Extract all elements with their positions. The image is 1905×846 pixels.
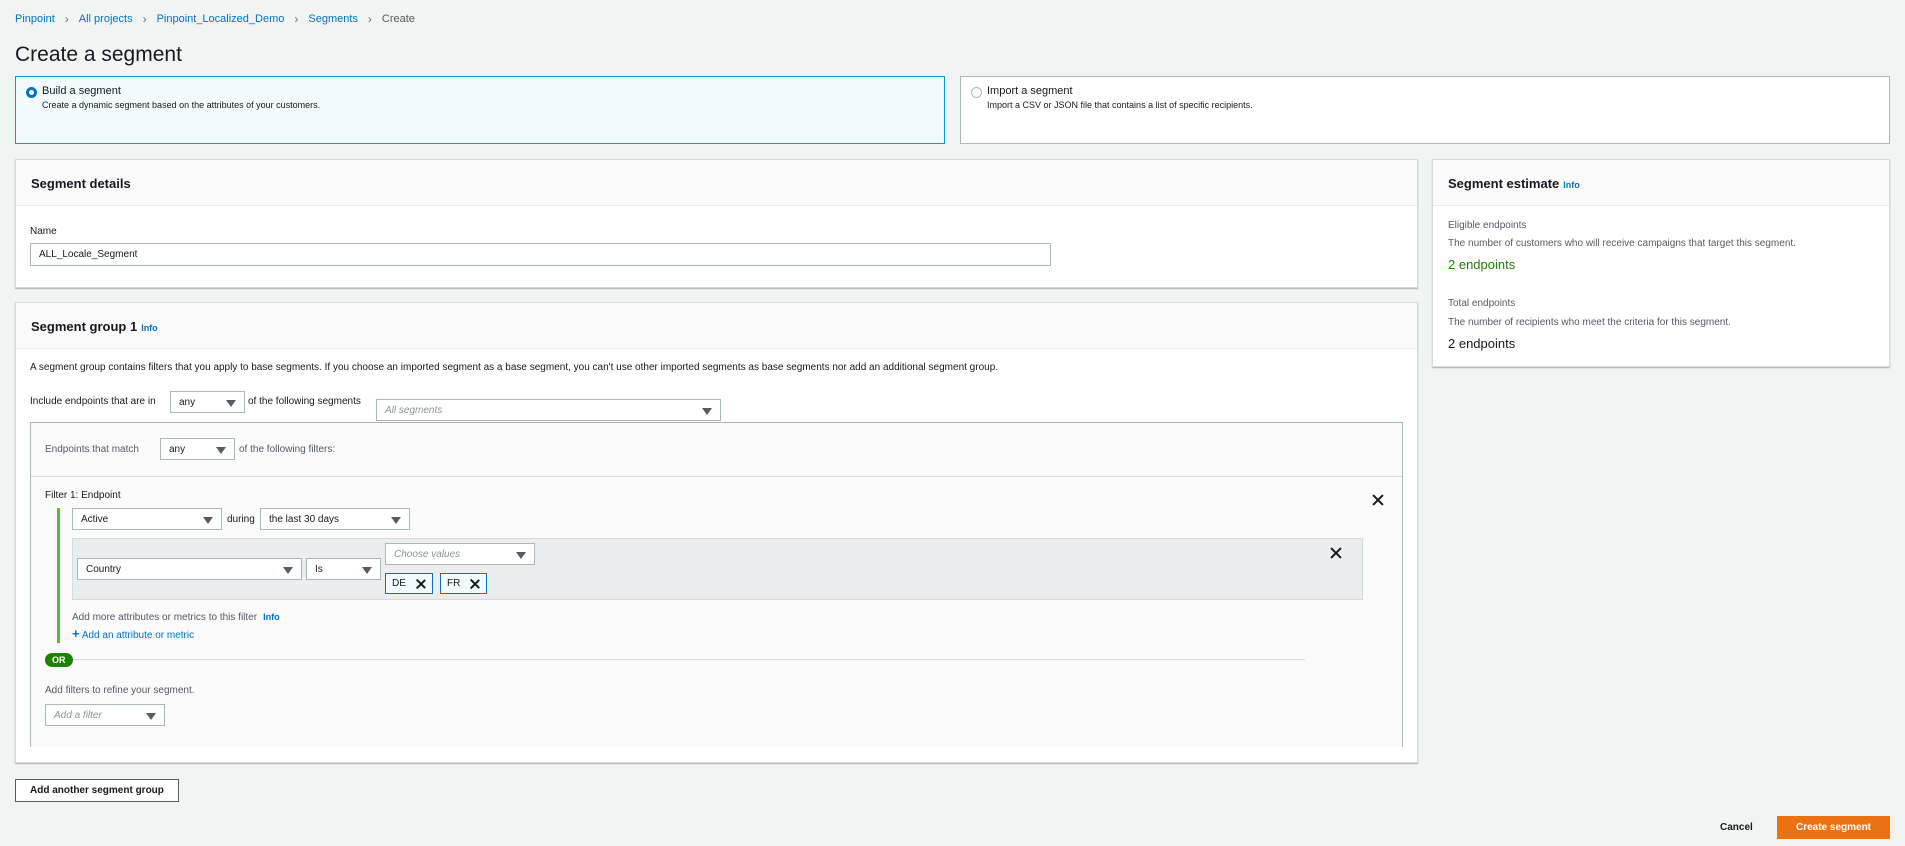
segment-estimate-header: Segment estimate Info <box>1433 160 1889 206</box>
segments-placeholder: All segments <box>385 405 443 416</box>
values-select[interactable]: Choose values <box>385 543 535 565</box>
activity-select[interactable]: Active <box>72 508 222 530</box>
segment-details-header: Segment details <box>16 160 1417 206</box>
create-segment-button[interactable]: Create segment <box>1777 816 1890 839</box>
caret-down-icon <box>146 713 156 720</box>
operator-value: Is <box>315 564 323 575</box>
add-more-label: Add more attributes or metrics to this f… <box>72 612 258 623</box>
include-prefix: Include endpoints that are in <box>30 396 156 407</box>
attribute-value: Country <box>86 564 122 575</box>
remove-filter-close-icon[interactable] <box>1371 493 1385 507</box>
import-segment-tile[interactable]: Import a segment Import a CSV or JSON fi… <box>960 76 1890 144</box>
name-input[interactable]: ALL_Locale_Segment <box>30 243 1051 266</box>
match-prefix: Endpoints that match <box>45 444 139 455</box>
build-segment-title: Build a segment <box>42 85 121 97</box>
caret-down-icon <box>516 552 526 559</box>
eligible-label: Eligible endpoints <box>1448 220 1527 231</box>
add-more-info-link[interactable]: Info <box>263 612 280 622</box>
segment-group-info-link[interactable]: Info <box>141 323 158 333</box>
token-fr-label: FR <box>447 578 461 589</box>
segment-estimate-panel: Segment estimate Info Eligible endpoints … <box>1432 159 1890 367</box>
attribute-select[interactable]: Country <box>77 558 302 580</box>
token-remove-icon[interactable] <box>416 579 426 589</box>
token-de-label: DE <box>392 578 406 589</box>
match-any-value: any <box>169 444 186 455</box>
filters-container: Endpoints that match any of the followin… <box>30 422 1403 747</box>
build-segment-tile[interactable]: Build a segment Create a dynamic segment… <box>15 76 945 144</box>
segment-estimate-info-link[interactable]: Info <box>1563 180 1580 190</box>
total-label: Total endpoints <box>1448 298 1516 309</box>
filter-title: Filter 1: Endpoint <box>45 490 121 501</box>
token-de: DE <box>385 573 433 594</box>
segments-select[interactable]: All segments <box>376 399 721 421</box>
attribute-box: Country Is Choose values DE FR <box>72 538 1363 600</box>
total-value: 2 endpoints <box>1448 336 1516 351</box>
breadcrumb-segments[interactable]: Segments <box>308 13 358 25</box>
filters-header: Endpoints that match any of the followin… <box>31 423 1402 477</box>
page-title: Create a segment <box>15 43 182 66</box>
period-select[interactable]: the last 30 days <box>260 508 410 530</box>
token-fr: FR <box>440 573 488 594</box>
match-suffix: of the following filters: <box>239 444 336 455</box>
caret-down-icon <box>203 517 213 524</box>
breadcrumb-project[interactable]: Pinpoint_Localized_Demo <box>157 13 285 25</box>
filter-bar <box>57 508 60 643</box>
activity-value: Active <box>81 514 109 525</box>
include-suffix: of the following segments <box>248 396 361 407</box>
values-placeholder: Choose values <box>394 549 461 560</box>
segment-group-title: Segment group 1 <box>31 319 138 334</box>
add-filter-select[interactable]: Add a filter <box>45 704 165 726</box>
caret-down-icon <box>702 408 712 415</box>
segment-group-header: Segment group 1 Info <box>16 303 1417 349</box>
breadcrumb-all-projects[interactable]: All projects <box>79 13 133 25</box>
chevron-right-icon: › <box>294 12 299 26</box>
caret-down-icon <box>226 400 236 407</box>
or-divider <box>45 659 1305 660</box>
segment-details-title: Segment details <box>31 176 131 191</box>
add-filter-placeholder: Add a filter <box>54 710 102 721</box>
chevron-right-icon: › <box>367 12 372 26</box>
eligible-value: 2 endpoints <box>1448 257 1516 272</box>
add-more-text: Add more attributes or metrics to this f… <box>72 612 280 623</box>
cancel-button[interactable]: Cancel <box>1720 822 1753 833</box>
add-attribute-link[interactable]: + Add an attribute or metric <box>72 626 194 641</box>
or-badge: OR <box>45 653 73 667</box>
breadcrumb-current: Create <box>381 13 415 25</box>
breadcrumb-pinpoint[interactable]: Pinpoint <box>15 13 55 25</box>
include-any-value: any <box>179 397 196 408</box>
during-label: during <box>227 514 255 525</box>
segment-estimate-title: Segment estimate <box>1448 176 1560 191</box>
chevron-right-icon: › <box>64 12 69 26</box>
segment-details-panel: Segment details Name ALL_Locale_Segment <box>15 159 1418 288</box>
add-segment-group-button[interactable]: Add another segment group <box>15 779 179 802</box>
filter-body: Filter 1: Endpoint Active during the las… <box>31 477 1402 747</box>
breadcrumb: Pinpoint › All projects › Pinpoint_Local… <box>15 12 415 26</box>
name-label: Name <box>30 226 57 237</box>
build-segment-desc: Create a dynamic segment based on the at… <box>42 100 321 110</box>
segment-group-panel: Segment group 1 Info A segment group cont… <box>15 302 1418 763</box>
caret-down-icon <box>362 567 372 574</box>
caret-down-icon <box>391 517 401 524</box>
match-any-select[interactable]: any <box>160 438 235 460</box>
total-desc: The number of recipients who meet the cr… <box>1448 317 1731 328</box>
import-segment-title: Import a segment <box>987 85 1073 97</box>
remove-attribute-close-icon[interactable] <box>1329 546 1343 560</box>
segment-group-description: A segment group contains filters that yo… <box>30 362 999 373</box>
import-segment-radio[interactable] <box>971 87 982 98</box>
token-remove-icon[interactable] <box>470 579 480 589</box>
build-segment-radio[interactable] <box>26 87 37 98</box>
eligible-desc: The number of customers who will receive… <box>1448 238 1796 249</box>
import-segment-desc: Import a CSV or JSON file that contains … <box>987 100 1253 110</box>
add-attribute-label: Add an attribute or metric <box>81 630 195 641</box>
operator-select[interactable]: Is <box>306 558 381 580</box>
refine-text: Add filters to refine your segment. <box>45 685 195 696</box>
chevron-right-icon: › <box>142 12 147 26</box>
caret-down-icon <box>216 447 226 454</box>
caret-down-icon <box>283 567 293 574</box>
plus-icon: + <box>72 626 80 641</box>
period-value: the last 30 days <box>269 514 340 525</box>
include-any-select[interactable]: any <box>170 391 245 413</box>
